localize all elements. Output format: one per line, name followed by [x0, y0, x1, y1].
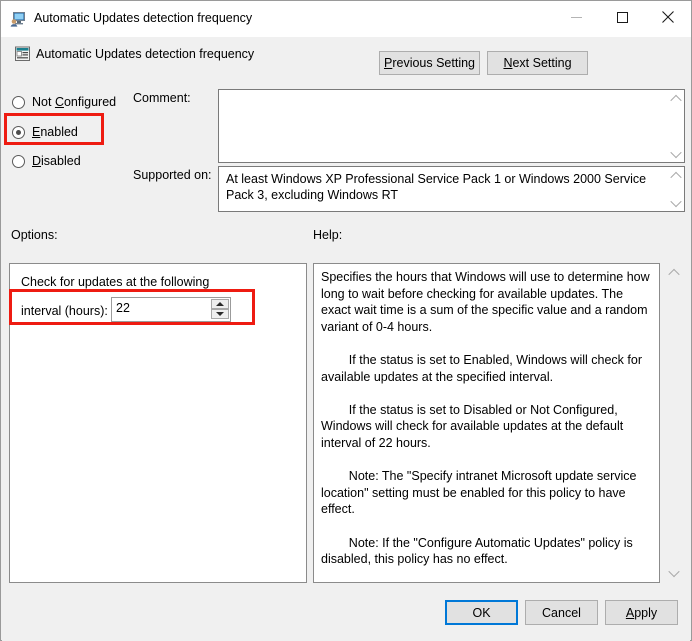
- options-label: Options:: [11, 228, 58, 242]
- interval-spin-buttons[interactable]: [211, 299, 229, 320]
- supported-on-label: Supported on:: [133, 168, 212, 182]
- supported-on-field[interactable]: At least Windows XP Professional Service…: [218, 166, 685, 212]
- minimize-button[interactable]: [553, 1, 599, 33]
- computer-user-policy-icon: [10, 11, 27, 27]
- comment-label: Comment:: [133, 91, 191, 105]
- scroll-up-icon[interactable]: [663, 263, 685, 283]
- radio-disabled[interactable]: Disabled: [12, 152, 81, 170]
- maximize-button[interactable]: [599, 1, 645, 33]
- interval-input[interactable]: [116, 301, 206, 315]
- help-label: Help:: [313, 228, 343, 242]
- supported-on-value: At least Windows XP Professional Service…: [226, 172, 647, 202]
- radio-not-configured-indicator: [12, 95, 25, 109]
- options-panel: Check for updates at the following inter…: [9, 263, 307, 583]
- scroll-down-icon[interactable]: [667, 194, 684, 211]
- previous-setting-button[interactable]: Previous Setting: [379, 51, 480, 75]
- apply-accel: A: [625, 605, 635, 620]
- scroll-up-icon[interactable]: [667, 167, 684, 184]
- apply-rest: pply: [634, 605, 658, 620]
- radio-enabled[interactable]: Enabled: [12, 123, 78, 141]
- spin-up-icon[interactable]: [211, 299, 229, 309]
- title-bar: Automatic Updates detection frequency: [1, 1, 691, 37]
- close-button[interactable]: [645, 1, 691, 33]
- supported-on-scrollbar[interactable]: [666, 167, 684, 211]
- cancel-button[interactable]: Cancel: [525, 600, 598, 625]
- interval-label: interval (hours):: [21, 304, 108, 318]
- help-scrollbar[interactable]: [663, 263, 685, 583]
- prev-rest: revious Setting: [392, 56, 476, 70]
- ok-button[interactable]: OK: [445, 600, 518, 625]
- comment-scrollbar[interactable]: [666, 90, 684, 162]
- setting-name: Automatic Updates detection frequency: [36, 47, 255, 61]
- next-rest: ext Setting: [512, 56, 572, 70]
- help-panel: Specifies the hours that Windows will us…: [313, 263, 660, 583]
- help-text: Specifies the hours that Windows will us…: [321, 270, 650, 567]
- radio-disabled-label: Disabled: [32, 154, 81, 168]
- radio-enabled-label: Enabled: [32, 125, 78, 139]
- interval-spinner[interactable]: [111, 297, 231, 322]
- radio-enabled-indicator: [12, 125, 25, 139]
- radio-disabled-indicator: [12, 154, 25, 168]
- policy-setting-dialog: Automatic Updates detection frequency Au…: [0, 0, 692, 641]
- scroll-down-icon[interactable]: [663, 563, 685, 583]
- comment-field[interactable]: [218, 89, 685, 163]
- radio-not-configured-label: Not Configured: [32, 95, 117, 109]
- scroll-up-icon[interactable]: [667, 90, 684, 107]
- options-group-label: Check for updates at the following: [21, 275, 210, 289]
- policy-setting-icon: [14, 46, 31, 62]
- next-setting-button[interactable]: Next Setting: [487, 51, 588, 75]
- spin-down-icon[interactable]: [211, 309, 229, 319]
- apply-button[interactable]: Apply: [605, 600, 678, 625]
- scroll-down-icon[interactable]: [667, 145, 684, 162]
- window-title: Automatic Updates detection frequency: [34, 11, 253, 25]
- radio-not-configured[interactable]: Not Configured: [12, 93, 116, 111]
